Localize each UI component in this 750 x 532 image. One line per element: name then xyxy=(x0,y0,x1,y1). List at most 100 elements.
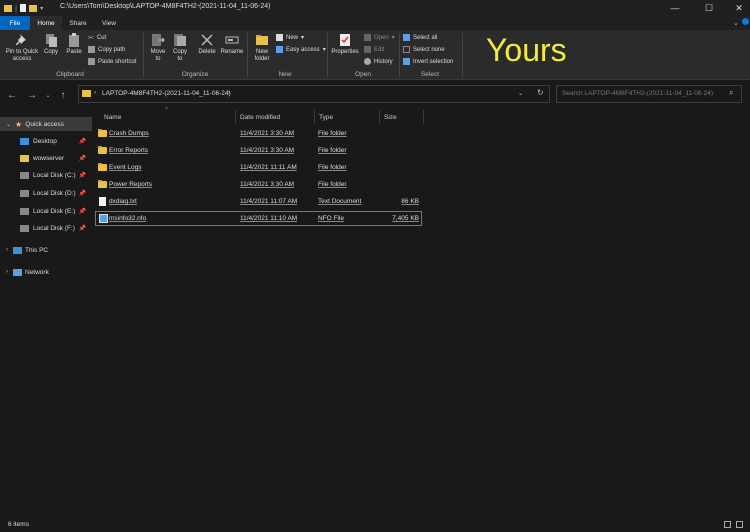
help-icon[interactable] xyxy=(742,18,749,25)
history-label: History xyxy=(374,58,393,65)
up-arrow-icon[interactable]: ↑ xyxy=(57,89,69,101)
new-item-button[interactable]: New ▾ xyxy=(276,33,326,42)
column-header-date-modified[interactable]: Date modified xyxy=(236,112,314,123)
properties-icon[interactable] xyxy=(20,4,27,12)
column-header-type[interactable]: Type xyxy=(315,112,379,123)
file-date: 11/4/2021 11:11 AM xyxy=(240,164,297,171)
properties-icon xyxy=(340,34,350,46)
refresh-icon[interactable]: ↻ xyxy=(537,88,544,97)
rename-label: Rename xyxy=(220,49,244,55)
move-to-icon xyxy=(152,34,165,46)
file-row[interactable]: Error Reports 11/4/2021 3:30 AM File fol… xyxy=(95,144,422,158)
select-all-label: Select all xyxy=(413,34,438,41)
file-type: Text Document xyxy=(318,198,362,205)
new-folder-button[interactable]: New folder xyxy=(250,33,274,63)
file-row[interactable]: dxdiag.txt 11/4/2021 11:07 AM Text Docum… xyxy=(95,195,422,209)
expand-ribbon-icon[interactable]: ⌄ xyxy=(733,19,739,27)
copy-path-button[interactable]: Copy path xyxy=(88,45,136,54)
ribbon-separator xyxy=(247,33,248,77)
column-separator[interactable] xyxy=(423,110,424,124)
large-icons-view-icon[interactable] xyxy=(736,521,743,528)
nav-item-label: Local Disk (E:) xyxy=(33,207,76,215)
recent-locations-icon[interactable]: ⌄ xyxy=(42,89,54,101)
minimize-button[interactable]: — xyxy=(660,0,690,16)
cut-button[interactable]: ✂ Cut xyxy=(88,33,136,42)
customize-dropdown-icon[interactable]: ▾ xyxy=(40,5,43,12)
close-button[interactable]: ✕ xyxy=(724,0,750,16)
copy-label: Copy xyxy=(43,49,58,55)
new-folder-icon[interactable] xyxy=(29,4,38,12)
paste-shortcut-button[interactable]: Paste shortcut xyxy=(88,57,136,66)
file-date: 11/4/2021 3:30 AM xyxy=(240,147,295,154)
ribbon: Pin to Quick access Copy Paste ✂ Cut Copy… xyxy=(0,30,750,80)
select-none-button[interactable]: Select none xyxy=(403,45,453,54)
nav-item-local-disk-e[interactable]: Local Disk (E:) 📌 xyxy=(0,204,92,218)
tab-share[interactable]: Share xyxy=(62,16,94,30)
easy-access-button[interactable]: Easy access ▾ xyxy=(276,45,326,54)
file-type: NFO File xyxy=(318,215,344,222)
open-icon xyxy=(364,34,371,41)
nav-item-local-disk-f[interactable]: Local Disk (F:) 📌 xyxy=(0,221,92,235)
nav-item-label: Local Disk (F:) xyxy=(33,224,75,232)
file-row[interactable]: Event Logs 11/4/2021 11:11 AM File folde… xyxy=(95,161,422,175)
properties-button[interactable]: Properties xyxy=(330,33,360,56)
chevron-down-icon[interactable]: ⌄ xyxy=(6,121,11,128)
tab-view[interactable]: View xyxy=(94,16,124,30)
pin-to-quick-access-button[interactable]: Pin to Quick access xyxy=(4,33,40,63)
invert-selection-label: Invert selection xyxy=(413,58,454,65)
file-date: 11/4/2021 11:10 AM xyxy=(240,215,298,222)
invert-selection-button[interactable]: Invert selection xyxy=(403,57,453,66)
nav-this-pc[interactable]: › This PC xyxy=(0,243,92,257)
chevron-right-icon[interactable]: › xyxy=(228,89,230,96)
back-arrow-icon[interactable]: ← xyxy=(6,89,18,101)
copy-icon xyxy=(46,34,57,47)
nav-item-wowserver[interactable]: wowserver 📌 xyxy=(0,151,92,165)
open-button[interactable]: Open ▾ xyxy=(364,33,395,42)
file-row-selected[interactable]: msinfo32.nfo 11/4/2021 11:10 AM NFO File… xyxy=(95,211,422,226)
chevron-right-icon[interactable]: › xyxy=(6,269,8,275)
nav-item-local-disk-d[interactable]: Local Disk (D:) 📌 xyxy=(0,186,92,200)
file-row[interactable]: Power Reports 11/4/2021 3:30 AM File fol… xyxy=(95,178,422,192)
item-count: 6 items xyxy=(8,521,29,528)
select-all-button[interactable]: Select all xyxy=(403,33,453,42)
breadcrumb[interactable]: LAPTOP-4M8F4TH2-(2021-11-04_11-06-24) xyxy=(102,90,231,97)
dropdown-icon: ▾ xyxy=(301,35,305,41)
nav-item-label: Local Disk (C:) xyxy=(33,171,76,179)
column-header-name[interactable]: Name xyxy=(100,112,236,123)
new-folder-label: New folder xyxy=(254,49,270,62)
history-button[interactable]: History xyxy=(364,57,395,66)
column-header-size[interactable]: Size xyxy=(380,112,422,123)
folder-icon xyxy=(4,4,12,12)
forward-arrow-icon[interactable]: → xyxy=(26,89,38,101)
chevron-right-icon[interactable]: › xyxy=(94,89,96,96)
chevron-right-icon[interactable]: › xyxy=(6,247,8,253)
maximize-button[interactable]: ☐ xyxy=(694,0,724,16)
chevron-down-icon[interactable]: ⌄ xyxy=(518,89,523,97)
copy-to-button[interactable]: Copy to xyxy=(170,33,190,63)
rename-button[interactable]: Rename xyxy=(220,33,244,56)
file-row[interactable]: Crash Dumps 11/4/2021 3:30 AM File folde… xyxy=(95,127,422,141)
paste-shortcut-icon xyxy=(88,58,95,65)
delete-button[interactable]: Delete xyxy=(196,33,218,56)
window-path: C:\Users\Tom\Desktop\LAPTOP-4M8F4TH2-(20… xyxy=(60,3,271,10)
copy-button[interactable]: Copy xyxy=(42,33,60,56)
pin-icon xyxy=(16,34,26,45)
tab-file[interactable]: File xyxy=(0,16,30,30)
file-name: msinfo32.nfo xyxy=(109,215,147,222)
tab-home[interactable]: Home xyxy=(30,16,62,30)
nav-network[interactable]: › Network xyxy=(0,265,92,279)
nav-item-local-disk-c[interactable]: Local Disk (C:) 📌 xyxy=(0,168,92,182)
desktop-icon xyxy=(20,137,29,145)
nav-item-desktop[interactable]: Desktop 📌 xyxy=(0,134,92,148)
clipboard-group-label: Clipboard xyxy=(56,71,84,78)
edit-label: Edit xyxy=(374,46,385,53)
search-icon[interactable]: ⌕ xyxy=(729,88,733,98)
edit-button[interactable]: Edit xyxy=(364,45,395,54)
file-type: File folder xyxy=(318,164,347,171)
ribbon-separator xyxy=(399,33,400,77)
paste-button[interactable]: Paste xyxy=(64,33,84,56)
move-to-button[interactable]: Move to xyxy=(148,33,168,63)
nav-quick-access[interactable]: ⌄ ★ Quick access xyxy=(0,117,92,131)
details-view-icon[interactable] xyxy=(724,521,731,528)
file-size: 7,405 KB xyxy=(392,215,419,222)
